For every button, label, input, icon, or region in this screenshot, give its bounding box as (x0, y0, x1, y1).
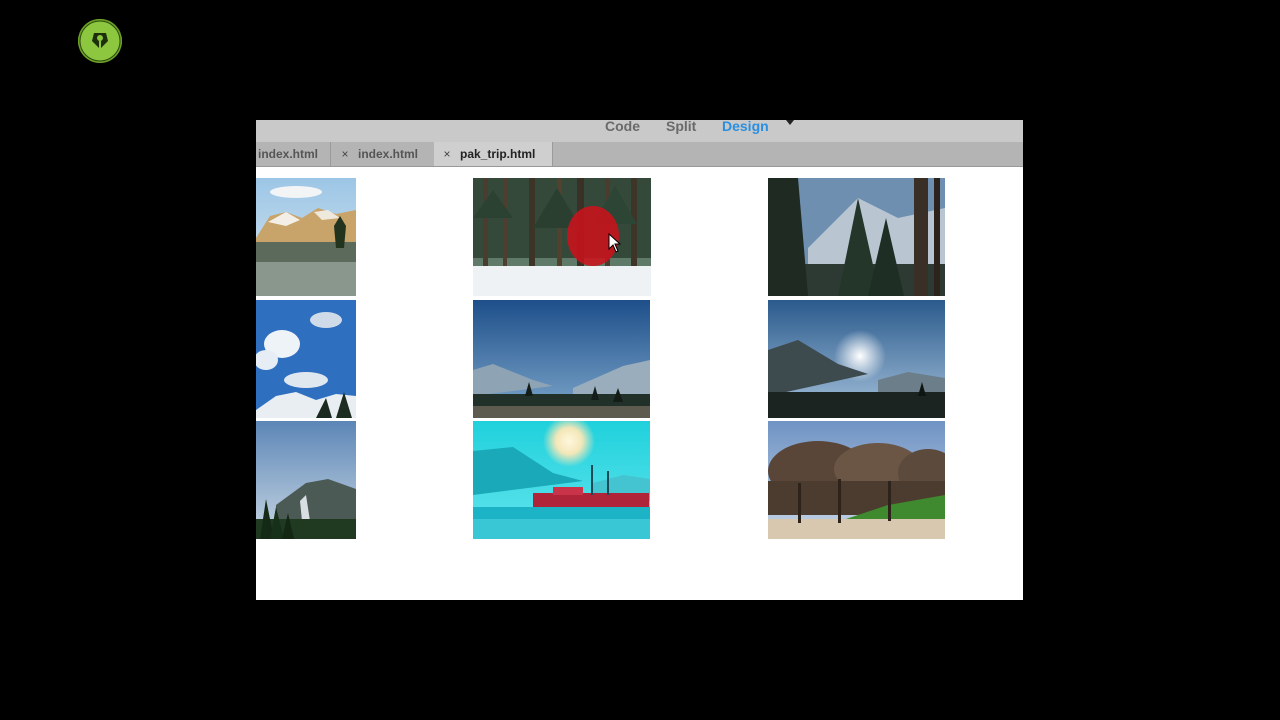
split-view-button[interactable]: Split (666, 120, 696, 137)
close-icon[interactable]: × (440, 142, 454, 166)
gallery-image-blue-sky-clouds-peaks[interactable] (256, 300, 356, 418)
tab-index-html-1[interactable]: index.html (256, 142, 331, 166)
gallery-image-bare-orchard-trees[interactable] (768, 421, 945, 539)
gallery-image-cyan-tinted-village[interactable] (473, 421, 650, 539)
gallery-image-cedar-trees-mountain[interactable] (768, 178, 945, 296)
tab-index-html-2[interactable]: × index.html (332, 142, 439, 166)
editor-window: Code Split Design index.html × index.html… (256, 120, 1023, 600)
gallery-image-pine-forest-in-snow[interactable] (473, 178, 651, 296)
tab-pak-trip-html[interactable]: × pak_trip.html (434, 142, 553, 166)
gallery-image-valley-under-blue-sky[interactable] (473, 300, 650, 418)
tab-label: index.html (258, 147, 319, 161)
view-mode-bar: Code Split Design (256, 120, 1023, 142)
code-view-button[interactable]: Code (605, 120, 640, 137)
gallery-image-pine-hillside[interactable] (256, 421, 356, 539)
gallery-image-snowy-mountain-range[interactable] (256, 178, 356, 296)
tab-label: index.html (358, 147, 419, 161)
document-tab-bar: index.html × index.html × pak_trip.html (256, 142, 1023, 167)
channel-logo (78, 19, 122, 63)
mouse-pointer-icon (608, 233, 622, 253)
gallery-image-sun-over-mountains[interactable] (768, 300, 945, 418)
chevron-down-icon[interactable] (786, 120, 794, 125)
tab-label: pak_trip.html (460, 147, 536, 161)
close-icon[interactable]: × (338, 142, 352, 166)
design-view-button[interactable]: Design (722, 120, 769, 137)
